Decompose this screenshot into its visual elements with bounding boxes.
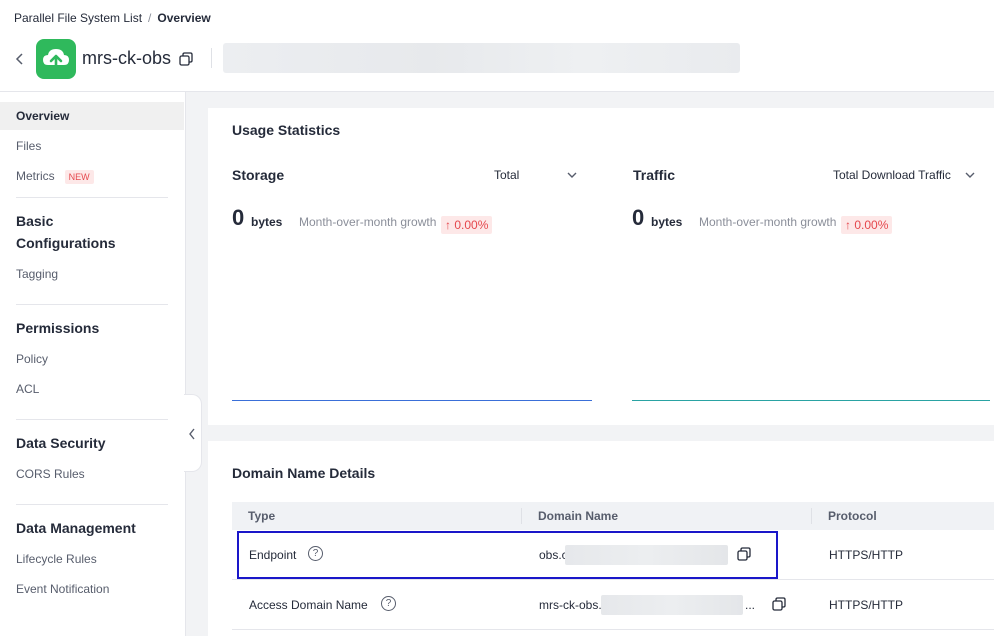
section-permissions: Permissions (16, 320, 100, 336)
traffic-range-select[interactable]: Total Download Traffic (833, 168, 951, 182)
usage-statistics-card (208, 108, 994, 425)
sidebar-item-label: Files (16, 139, 42, 153)
breadcrumb-current: Overview (157, 11, 211, 25)
sidebar-item-label: Event Notification (16, 582, 110, 596)
help-icon[interactable]: ? (381, 596, 396, 611)
bucket-logo-icon (36, 39, 76, 79)
sidebar-item-label: Policy (16, 352, 49, 366)
traffic-mom-label: Month-over-month growth (699, 215, 837, 229)
section-basic-configurations: Basic Configurations (16, 213, 116, 251)
sidebar-item-event-notification[interactable]: Event Notification (0, 575, 184, 603)
sidebar-item-overview[interactable]: Overview (0, 102, 184, 130)
section-data-management: Data Management (16, 520, 136, 536)
sidebar-item-label: Lifecycle Rules (16, 552, 97, 566)
chevron-down-icon[interactable] (964, 169, 976, 181)
column-separator (521, 508, 522, 524)
copy-icon[interactable] (771, 596, 787, 612)
sidebar-divider (16, 304, 168, 305)
traffic-chart-line (632, 400, 990, 401)
sidebar-item-lifecycle-rules[interactable]: Lifecycle Rules (0, 545, 184, 573)
endpoint-highlight-box (237, 531, 778, 579)
sidebar-item-metrics[interactable]: Metrics NEW (0, 162, 184, 190)
column-header-domain-name: Domain Name (538, 509, 619, 523)
new-badge: NEW (64, 169, 94, 184)
traffic-mom-badge: ↑ 0.00% (841, 216, 893, 234)
table-row: Access Domain Name ? mrs-ck-obs. ... HTT… (232, 580, 994, 630)
storage-value: 0 (232, 205, 245, 230)
header-divider (211, 48, 212, 68)
column-separator (811, 508, 812, 524)
sidebar-item-label: Overview (16, 109, 70, 123)
sidebar-divider (16, 504, 168, 505)
section-data-security: Data Security (16, 435, 106, 451)
traffic-title: Traffic (633, 167, 676, 183)
sidebar-divider (16, 197, 168, 198)
storage-mom-label: Month-over-month growth (299, 215, 437, 229)
sidebar-item-cors-rules[interactable]: CORS Rules (0, 460, 184, 488)
row-domain-name: mrs-ck-obs. (539, 598, 602, 612)
column-header-protocol: Protocol (828, 509, 877, 523)
storage-title: Storage (232, 167, 285, 183)
sidebar-item-label: Tagging (16, 267, 59, 281)
storage-mom-badge: ↑ 0.00% (441, 216, 493, 234)
domain-table-header: Type Domain Name Protocol (232, 502, 994, 530)
sidebar-item-acl[interactable]: ACL (0, 375, 184, 403)
storage-chart-line (232, 400, 592, 401)
sidebar-item-label: CORS Rules (16, 467, 85, 481)
chevron-down-icon[interactable] (566, 169, 578, 181)
row-protocol: HTTPS/HTTP (829, 598, 903, 612)
traffic-unit: bytes (651, 215, 683, 229)
traffic-value: 0 (632, 205, 645, 230)
breadcrumb-separator: / (148, 11, 152, 25)
storage-range-select[interactable]: Total (494, 168, 519, 182)
sidebar: Overview Files Metrics NEW Basic Configur… (0, 92, 186, 636)
row-protocol: HTTPS/HTTP (829, 548, 903, 562)
storage-unit: bytes (251, 215, 283, 229)
sidebar-item-label: Metrics (16, 169, 55, 183)
row-type: Access Domain Name (249, 598, 368, 612)
row-domain-ellipsis: ... (745, 598, 756, 612)
sidebar-item-policy[interactable]: Policy (0, 345, 184, 373)
domain-details-title: Domain Name Details (232, 465, 376, 481)
back-arrow-icon[interactable] (14, 50, 30, 68)
sidebar-item-label: ACL (16, 382, 40, 396)
sidebar-collapse-button[interactable] (184, 394, 202, 472)
copy-icon[interactable] (178, 51, 194, 67)
sidebar-item-tagging[interactable]: Tagging (0, 260, 184, 288)
page-header: Parallel File System List / Overview mrs-c… (0, 0, 994, 92)
sidebar-item-files[interactable]: Files (0, 132, 184, 160)
sidebar-divider (16, 419, 168, 420)
blurred-bucket-info (223, 43, 740, 73)
column-header-type: Type (248, 509, 276, 523)
bucket-name: mrs-ck-obs (82, 48, 171, 68)
usage-statistics-title: Usage Statistics (232, 122, 341, 138)
breadcrumb-parent-link[interactable]: Parallel File System List (14, 11, 142, 25)
breadcrumb: Parallel File System List / Overview (14, 11, 211, 25)
blurred-domain (601, 595, 743, 615)
